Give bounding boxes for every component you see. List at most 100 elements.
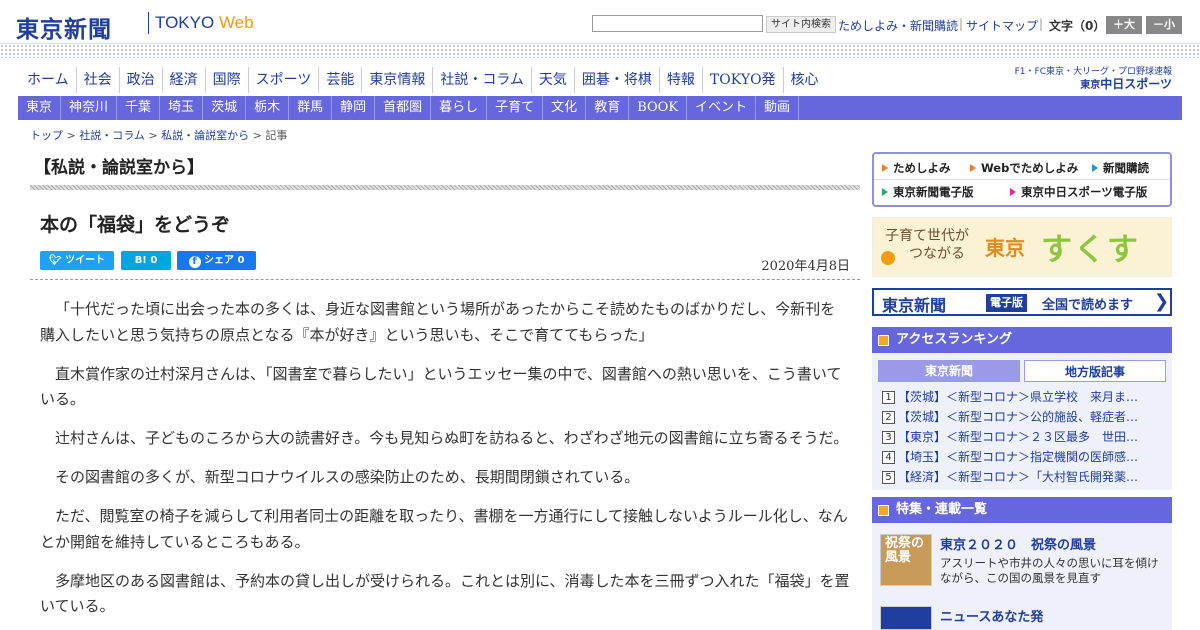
ranking-item[interactable]: 5 【経済】＜新型コロナ＞「大村智氏開発薬… (882, 468, 1164, 486)
ranking-text: 【東京】＜新型コロナ＞２３区最多 世田… (898, 430, 1139, 444)
quick-link-label: 新聞購読 (1103, 161, 1149, 175)
main-nav-item[interactable]: 社説・コラム (433, 67, 532, 93)
region-nav: 東京 神奈川 千葉 埼玉 茨城 栃木 群馬 静岡 首都圏 暮らし 子育て 文化 教育 BOOK イベント 動画 (18, 96, 1182, 120)
font-larger-button[interactable]: ＋大 (1106, 16, 1142, 34)
quick-link-label: 東京新聞電子版 (893, 185, 974, 199)
feature-thumbnail-text: 祝祭の風景 (885, 536, 925, 565)
region-nav-item[interactable]: 動画 (756, 96, 800, 120)
font-smaller-button[interactable]: －小 (1146, 16, 1182, 34)
sukusuku-sub-line: 子育て世代が (885, 228, 969, 244)
main-nav-item[interactable]: 芸能 (319, 67, 363, 93)
ranking-text: 【茨城】＜新型コロナ＞公的施設、軽症者… (898, 410, 1139, 424)
ranking-number: 4 (882, 451, 895, 464)
article-title: 本の「福袋」をどうぞ (40, 214, 231, 236)
main-nav-item[interactable]: 国際 (206, 67, 249, 93)
article-paragraph: その図書館の多くが、新型コロナウイルスの感染防止のため、長期間閉鎖されている。 (55, 468, 640, 486)
tweet-button[interactable]: 🐦︎ ツイート (40, 251, 114, 270)
article-paragraph: 多摩地区のある図書館は、予約本の貸し出しが受けられる。これとは別に、消毒した本を… (40, 571, 850, 616)
ranking-tab-local[interactable]: 地方版記事 (1024, 360, 1166, 382)
quick-link-label: 東京中日スポーツ電子版 (1021, 185, 1148, 199)
ranking-item[interactable]: 4 【埼玉】＜新型コロナ＞指定機関の医師感… (882, 448, 1164, 466)
feature-title-link[interactable]: 東京２０２０ 祝祭の風景 (940, 534, 1096, 553)
main-nav-item[interactable]: 天気 (532, 67, 575, 93)
breadcrumb-sep: > (63, 129, 80, 142)
sukusuku-banner[interactable]: 子育て世代がつながる 東京 すくすく (872, 217, 1172, 277)
region-nav-item[interactable]: 文化 (543, 96, 587, 120)
ranking-tab-tokyo[interactable]: 東京新聞 (878, 360, 1020, 382)
region-nav-item[interactable]: BOOK (629, 96, 688, 120)
main-nav-item[interactable]: 経済 (163, 67, 206, 93)
main-nav-item[interactable]: 特報 (660, 67, 703, 93)
region-nav-item[interactable]: 暮らし (431, 96, 488, 120)
sitemap-link[interactable]: サイトマップ (966, 17, 1038, 34)
breadcrumb-column[interactable]: 私説・論説室から (161, 129, 249, 142)
quick-link-trial[interactable]: ためしよみ (882, 160, 951, 176)
article-divider (30, 279, 860, 280)
region-nav-item[interactable]: 神奈川 (61, 96, 118, 120)
header-dot-pattern (0, 44, 1200, 58)
features-title: 特集・連載一覧 (896, 502, 988, 517)
ranking-item[interactable]: 1 【茨城】＜新型コロナ＞県立学校 来月ま… (882, 388, 1164, 406)
article-body: 「十代だった頃に出会った本の多くは、身近な図書館という場所があったからこそ読めた… (40, 297, 850, 630)
region-nav-item[interactable]: 茨城 (203, 96, 247, 120)
quick-link-chunichi-digital[interactable]: 東京中日スポーツ電子版 (1010, 184, 1147, 200)
main-nav-item[interactable]: 核心 (784, 67, 826, 93)
ranking-item[interactable]: 2 【茨城】＜新型コロナ＞公的施設、軽症者… (882, 408, 1164, 426)
feature-title-link[interactable]: ニュースあなた発 (940, 606, 1043, 625)
twitter-bird-icon: 🐦︎ (48, 255, 62, 266)
sukusuku-title: すくすく (1041, 232, 1140, 268)
region-nav-item[interactable]: 静岡 (332, 96, 376, 120)
quick-link-web-trial[interactable]: Webでためしよみ (970, 160, 1078, 176)
feature-thumbnail[interactable]: 祝祭の風景 (880, 534, 932, 586)
main-nav-item[interactable]: 囲碁・将棋 (575, 67, 660, 93)
feature-thumbnail[interactable] (880, 606, 932, 630)
chevron-right-icon: ❯ (1154, 291, 1170, 312)
hatena-bookmark-button[interactable]: B! 0 (121, 251, 171, 270)
main-nav-item[interactable]: TOKYO発 (703, 67, 784, 93)
main-nav-item[interactable]: ホーム (20, 67, 77, 93)
main-nav-item[interactable]: 政治 (120, 67, 163, 93)
facebook-share-button[interactable]: f シェア 0 (177, 251, 256, 270)
main-nav-item[interactable]: 東京情報 (362, 67, 434, 93)
breadcrumb-top[interactable]: トップ (30, 129, 63, 142)
region-nav-item[interactable]: 千葉 (117, 96, 161, 120)
ranking-title: アクセスランキング (896, 332, 1012, 347)
main-nav-item[interactable]: スポーツ (249, 67, 320, 93)
chunichi-sports-logo[interactable]: 東京中日スポーツ (1050, 76, 1172, 92)
breadcrumb-sep: > (144, 129, 162, 142)
link-divider: | (1039, 17, 1044, 31)
region-nav-item[interactable]: 栃木 (246, 96, 290, 120)
region-nav-item[interactable]: 東京 (18, 96, 62, 120)
feature-description: アスリートや市井の人々の思いに耳を傾けながら、この国の風景を見直す (940, 556, 1159, 585)
site-search-button[interactable]: サイト内検索 (766, 16, 836, 33)
region-nav-item[interactable]: 群馬 (289, 96, 333, 120)
chunichi-name: 中日スポーツ (1100, 77, 1172, 91)
breadcrumb-editorial[interactable]: 社説・コラム (79, 129, 145, 142)
orange-triangle-icon (882, 164, 888, 172)
region-nav-item[interactable]: 埼玉 (160, 96, 204, 120)
quick-link-digital[interactable]: 東京新聞電子版 (882, 184, 974, 200)
blue-triangle-icon (1092, 164, 1098, 172)
digital-edition-banner[interactable]: 東京新聞 電子版 全国で読めます ❯ (872, 288, 1172, 316)
region-nav-item[interactable]: イベント (687, 96, 757, 120)
quick-link-subscribe[interactable]: 新聞購読 (1092, 160, 1149, 176)
logo-web-text: Web (218, 13, 254, 32)
region-nav-item[interactable]: 教育 (586, 96, 630, 120)
search-input[interactable] (592, 15, 763, 32)
sukusuku-sub-line: つながる (909, 246, 965, 262)
subscribe-link[interactable]: ためしよみ・新聞購読 (838, 17, 958, 34)
ranking-number: 5 (882, 471, 895, 484)
flower-icon (881, 251, 895, 265)
features-header: 特集・連載一覧 (872, 497, 1172, 523)
breadcrumb-sep: > (249, 129, 266, 142)
chunichi-prefix: 東京 (1080, 80, 1101, 91)
site-logo-english[interactable]: TOKYO Web (155, 13, 254, 33)
ranking-item[interactable]: 3 【東京】＜新型コロナ＞２３区最多 世田… (882, 428, 1164, 446)
site-logo[interactable]: 東京新聞 (16, 10, 112, 44)
region-nav-item[interactable]: 子育て (487, 96, 544, 120)
main-nav-item[interactable]: 社会 (77, 67, 120, 93)
digital-edition-logo: 東京新聞 (882, 296, 947, 315)
facebook-share-label: シェア 0 (204, 255, 245, 266)
region-nav-item[interactable]: 首都圏 (375, 96, 432, 120)
ranking-number: 1 (882, 391, 895, 404)
